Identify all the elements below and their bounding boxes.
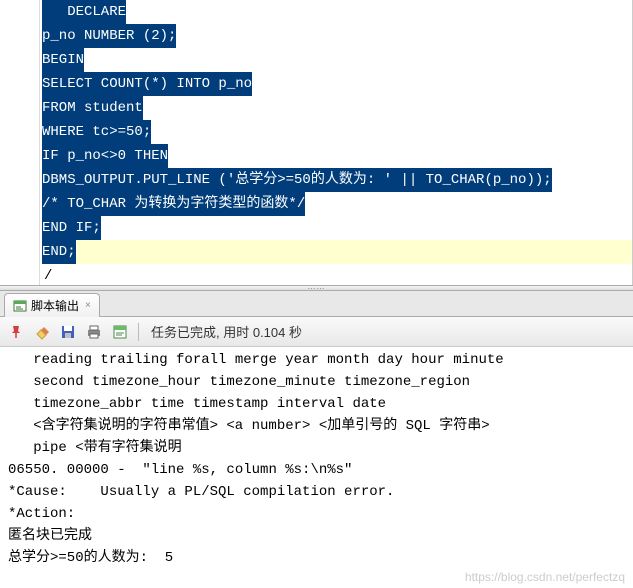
code-line-11: END; [42,240,76,264]
code-line-1: DECLARE [42,0,126,24]
code-line-6: WHERE tc>=50; [42,120,151,144]
script-output-icon [13,299,27,313]
sql-editor-pane: DECLARE p_no NUMBER (2); BEGIN SELECT CO… [0,0,633,285]
tab-script-output[interactable]: 脚本输出 × [4,293,100,317]
output-tab-bar: 脚本输出 × [0,291,633,317]
code-line-9: /* TO_CHAR 为转换为字符类型的函数*/ [42,192,305,216]
toolbar-separator [138,323,139,341]
output-toolbar: 任务已完成, 用时 0.104 秒 [0,317,633,347]
save-icon[interactable] [58,322,78,342]
output-line: second timezone_hour timezone_minute tim… [8,371,625,393]
pin-icon[interactable] [6,322,26,342]
code-line-2: p_no NUMBER (2); [42,24,176,48]
code-line-12: / [42,264,632,285]
code-line-4: SELECT COUNT(*) INTO p_no [42,72,252,96]
output-line: 总学分>=50的人数为: 5 [8,547,625,569]
status-text: 任务已完成, 用时 0.104 秒 [151,322,302,341]
output-line: timezone_abbr time timestamp interval da… [8,393,625,415]
code-area[interactable]: DECLARE p_no NUMBER (2); BEGIN SELECT CO… [40,0,632,285]
print-icon[interactable] [84,322,104,342]
sql-icon[interactable] [110,322,130,342]
line-gutter [0,0,40,285]
code-line-3: BEGIN [42,48,84,72]
watermark: https://blog.csdn.net/perfectzq [465,570,625,584]
tab-label: 脚本输出 [31,297,79,314]
code-line-5: FROM student [42,96,143,120]
code-line-7: IF p_no<>0 THEN [42,144,168,168]
output-line: <含字符集说明的字符串常值> <a number> <加单引号的 SQL 字符串… [8,415,625,437]
output-line: 06550. 00000 - "line %s, column %s:\n%s" [8,459,625,481]
output-pane: 脚本输出 × 任务已完成, 用时 0.104 秒 reading trailin… [0,291,633,588]
output-line: 匿名块已完成 [8,525,625,547]
code-line-10: END IF; [42,216,101,240]
output-body[interactable]: reading trailing forall merge year month… [0,347,633,588]
output-line: *Cause: Usually a PL/SQL compilation err… [8,481,625,503]
output-line: pipe <带有字符集说明 [8,437,625,459]
tab-close-icon[interactable]: × [83,300,93,311]
output-line: reading trailing forall merge year month… [8,349,625,371]
output-line: *Action: [8,503,625,525]
code-line-8: DBMS_OUTPUT.PUT_LINE ('总学分>=50的人数为: ' ||… [42,168,552,192]
clear-icon[interactable] [32,322,52,342]
